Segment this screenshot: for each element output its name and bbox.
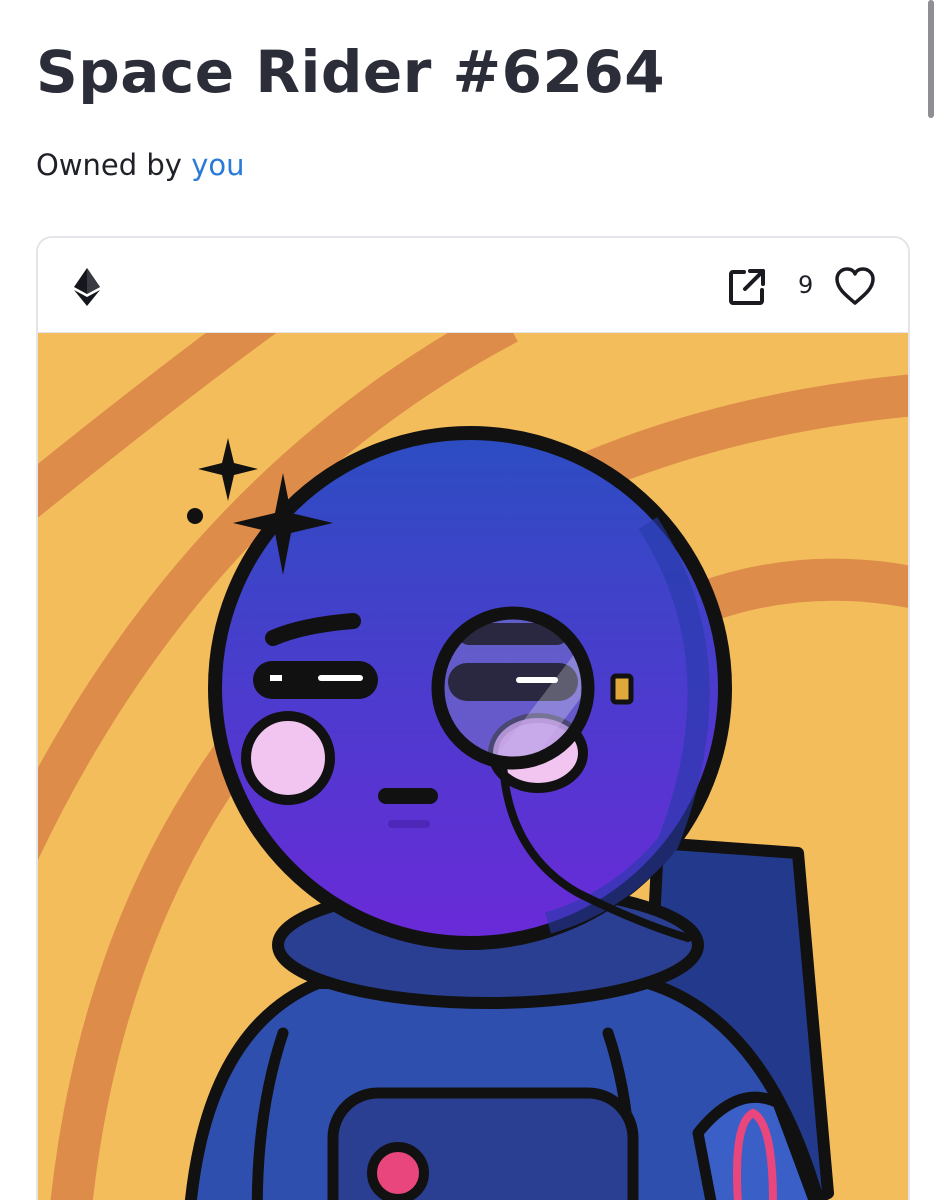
owner-link[interactable]: you [191,148,244,182]
scrollbar[interactable] [928,0,934,118]
item-card: 9 [36,236,910,1200]
favorites-count: 9 [798,271,814,299]
owner-line: Owned by you [36,148,244,182]
owned-by-label: Owned by [36,148,182,182]
astronaut-nft-image[interactable] [38,333,908,1200]
card-header: 9 [38,238,908,333]
heart-outline-icon[interactable] [834,266,876,306]
chest-button [367,1142,429,1200]
page-title: Space Rider #6264 [36,38,666,106]
nft-item-page: Space Rider #6264 Owned by you 9 [0,0,944,1200]
ethereum-icon [74,268,100,306]
external-link-icon[interactable] [728,268,766,306]
